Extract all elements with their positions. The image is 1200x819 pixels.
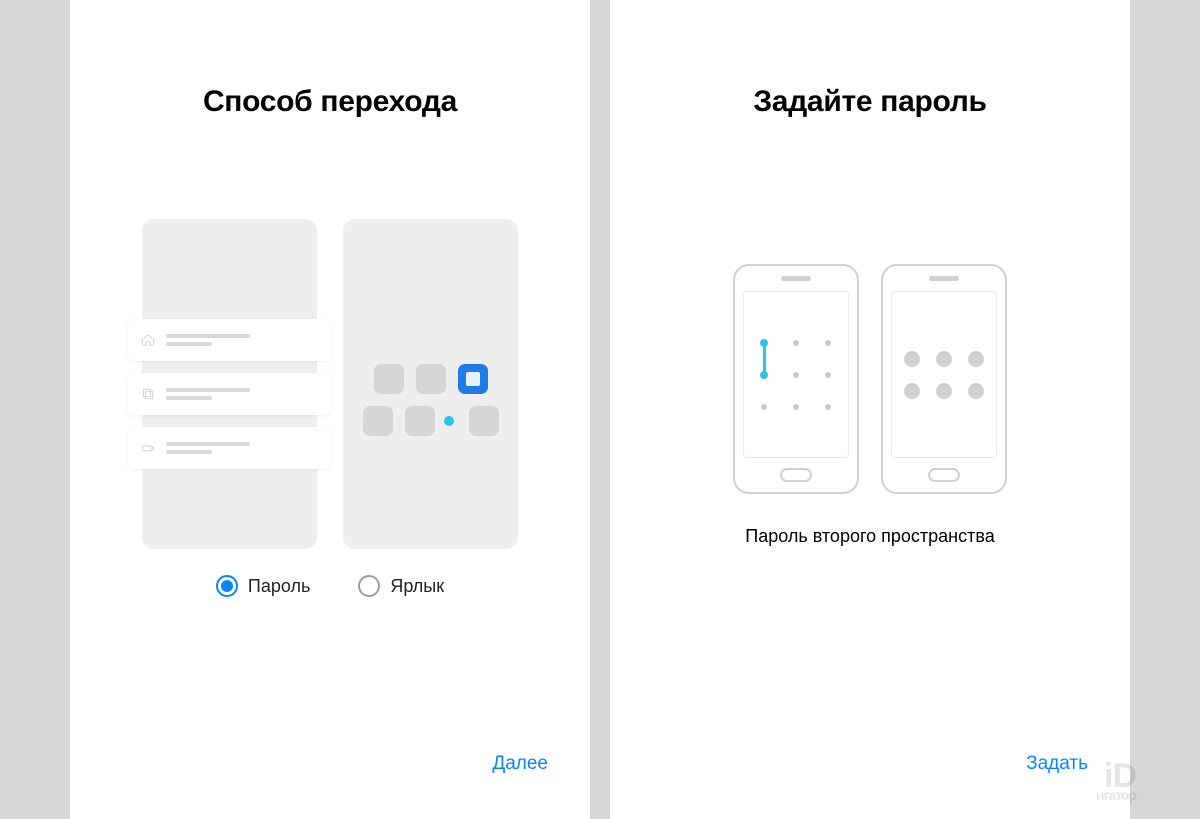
illustration-shortcut-card	[343, 219, 518, 549]
app-placeholder-icon	[363, 406, 393, 436]
password-illustrations	[733, 264, 1007, 494]
page-title: Задайте пароль	[753, 85, 986, 119]
home-outline-icon	[140, 332, 156, 348]
pattern-grid-icon	[754, 333, 838, 417]
home-button-icon	[780, 468, 812, 482]
app-placeholder-icon	[469, 406, 499, 436]
list-rows	[128, 319, 331, 469]
illustration-password-card	[142, 219, 317, 549]
phone-pattern-illustration	[733, 264, 859, 494]
radio-group: Пароль Ярлык	[216, 575, 444, 597]
radio-label: Пароль	[248, 576, 310, 597]
app-placeholder-icon	[405, 406, 435, 436]
radio-dot-icon	[216, 575, 238, 597]
page-title: Способ перехода	[203, 85, 457, 119]
speaker-icon	[781, 276, 811, 281]
pin-pad-icon	[901, 348, 987, 402]
screen-set-password: Задайте пароль	[610, 0, 1130, 819]
copy-outline-icon	[140, 386, 156, 402]
app-grid	[343, 364, 518, 436]
list-item	[128, 427, 331, 469]
app-accent-icon	[458, 364, 488, 394]
radio-shortcut[interactable]: Ярлык	[358, 575, 444, 597]
list-item	[128, 319, 331, 361]
radio-label: Ярлык	[390, 576, 444, 597]
illustration-row	[142, 219, 518, 549]
app-placeholder-icon	[416, 364, 446, 394]
set-button[interactable]: Задать	[1026, 753, 1088, 775]
speaker-icon	[929, 276, 959, 281]
home-button-icon	[928, 468, 960, 482]
list-item	[128, 373, 331, 415]
app-placeholder-icon	[374, 364, 404, 394]
next-button[interactable]: Далее	[492, 753, 548, 775]
watermark: iD игатор	[1096, 763, 1136, 801]
radio-password[interactable]: Пароль	[216, 575, 310, 597]
cursor-dot-icon	[444, 416, 454, 426]
radio-dot-icon	[358, 575, 380, 597]
screen-switch-method: Способ перехода	[70, 0, 590, 819]
battery-outline-icon	[140, 440, 156, 456]
phone-pin-illustration	[881, 264, 1007, 494]
subtitle: Пароль второго пространства	[745, 526, 994, 547]
